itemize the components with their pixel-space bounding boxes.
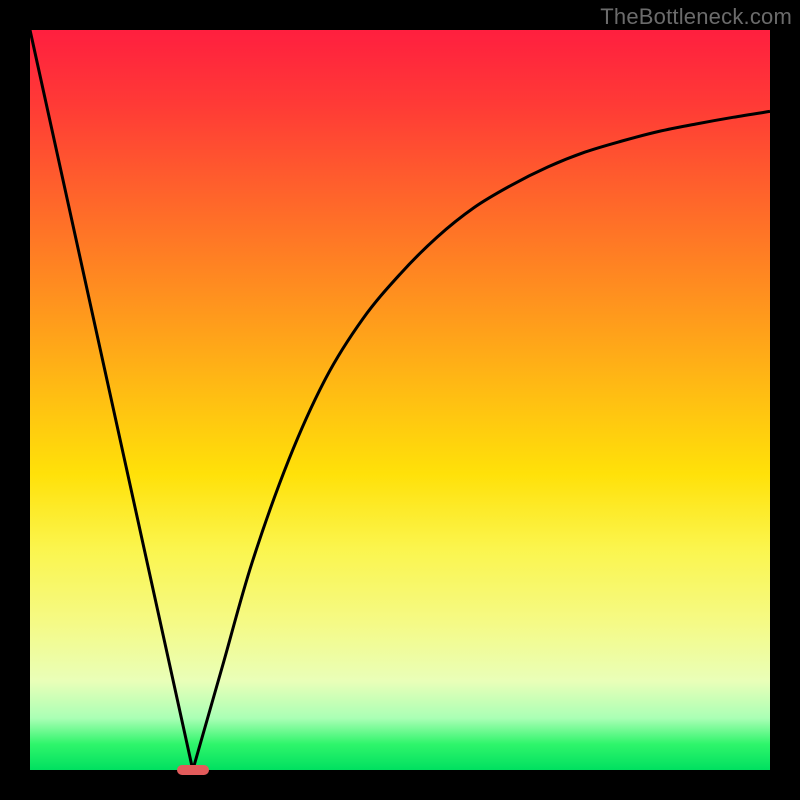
plot-area [30,30,770,770]
curve-path [30,30,770,770]
min-marker [177,765,209,775]
chart-frame: TheBottleneck.com [0,0,800,800]
curve-svg [30,30,770,770]
watermark-text: TheBottleneck.com [600,4,792,30]
